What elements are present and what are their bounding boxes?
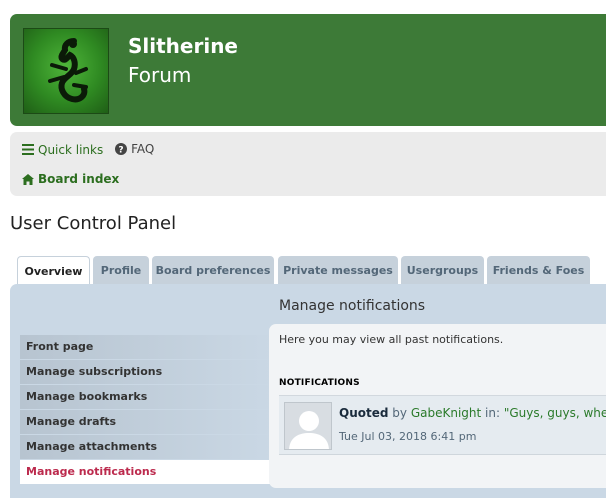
tab-usergroups[interactable]: Usergroups <box>401 256 484 284</box>
home-icon <box>22 173 34 185</box>
ucp-panel: Manage notifications Front page Manage s… <box>10 284 606 498</box>
site-logo[interactable] <box>23 28 109 114</box>
menu-item-manage-attachments[interactable]: Manage attachments <box>20 435 275 459</box>
breadcrumb: Board index <box>22 172 119 188</box>
tab-overview[interactable]: Overview <box>17 256 90 286</box>
content-description: Here you may view all past notifications… <box>279 333 504 346</box>
nav-quick-row: Quick links ? FAQ <box>22 142 154 158</box>
faq-label: FAQ <box>131 142 155 156</box>
tab-private-messages[interactable]: Private messages <box>278 256 398 284</box>
menu-item-manage-bookmarks[interactable]: Manage bookmarks <box>20 385 275 409</box>
quick-links-label: Quick links <box>38 142 104 157</box>
board-index-label: Board index <box>38 172 120 186</box>
notifications-column-header: NOTIFICATIONS <box>279 378 606 396</box>
notification-time: Tue Jul 03, 2018 6:41 pm <box>339 430 477 443</box>
quick-links-button[interactable]: Quick links <box>22 143 103 157</box>
site-subtitle[interactable]: Forum <box>128 63 191 87</box>
notification-verb: Quoted <box>339 406 389 420</box>
ucp-side-menu: Front page Manage subscriptions Manage b… <box>20 335 275 485</box>
tab-friends-foes[interactable]: Friends & Foes <box>487 256 590 284</box>
avatar[interactable] <box>284 402 332 450</box>
tab-profile[interactable]: Profile <box>93 256 149 284</box>
tab-board-preferences[interactable]: Board preferences <box>152 256 274 284</box>
notifications-content: Here you may view all past notifications… <box>269 324 606 488</box>
page-title: User Control Panel <box>10 213 177 234</box>
notification-user-link[interactable]: GabeKnight <box>411 406 481 420</box>
menu-item-front-page[interactable]: Front page <box>20 335 275 359</box>
site-header: Slitherine Forum <box>10 14 606 126</box>
navbar: Quick links ? FAQ Board index <box>10 132 606 196</box>
notification-row[interactable]: Quoted by GabeKnight in: "Guys, guys, wh… <box>279 396 606 455</box>
board-index-link[interactable]: Board index <box>22 172 119 186</box>
menu-item-manage-drafts[interactable]: Manage drafts <box>20 410 275 434</box>
menu-item-manage-subscriptions[interactable]: Manage subscriptions <box>20 360 275 384</box>
svg-text:?: ? <box>118 146 123 156</box>
notification-topic-link[interactable]: "Guys, guys, where <box>504 406 606 420</box>
faq-link[interactable]: ? FAQ <box>115 142 154 156</box>
menu-icon <box>22 144 34 155</box>
notification-text[interactable]: Quoted by GabeKnight in: "Guys, guys, wh… <box>339 406 606 420</box>
notification-in: in: <box>485 406 501 420</box>
menu-item-manage-notifications[interactable]: Manage notifications <box>20 460 275 484</box>
question-circle-icon: ? <box>115 143 128 156</box>
section-title: Manage notifications <box>279 298 426 314</box>
default-avatar-icon <box>289 411 329 449</box>
notification-by: by <box>392 406 407 420</box>
site-title[interactable]: Slitherine <box>128 34 238 58</box>
lizard-logo-icon <box>48 38 88 103</box>
